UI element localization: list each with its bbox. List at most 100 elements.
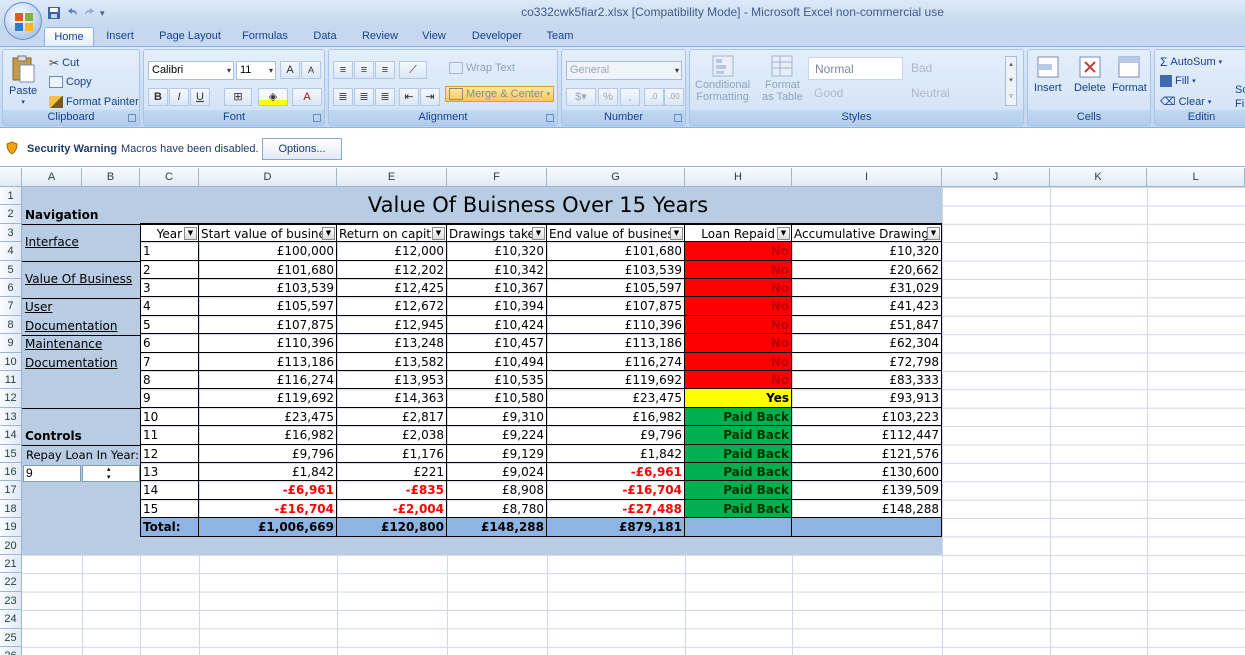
table-cell-loan[interactable]: No xyxy=(685,352,792,371)
table-cell-loan[interactable]: No xyxy=(685,315,792,335)
table-cell-end[interactable]: £23,475 xyxy=(547,389,685,408)
row-header[interactable]: 7 xyxy=(0,297,22,316)
row-header[interactable]: 13 xyxy=(0,407,22,427)
comma-button[interactable]: , xyxy=(620,88,640,106)
filter-dropdown-icon[interactable]: ▼ xyxy=(670,226,683,240)
table-cell-year[interactable]: 6 xyxy=(140,334,199,353)
column-header[interactable]: J xyxy=(942,168,1050,187)
row-header[interactable]: 10 xyxy=(0,352,22,371)
repay-year-spinner[interactable]: ▴ ▾ xyxy=(82,465,140,482)
table-cell-loan[interactable]: Paid Back xyxy=(685,481,792,500)
row-header[interactable]: 3 xyxy=(0,223,22,243)
fill-color-button[interactable]: ◈ xyxy=(258,88,288,106)
row-header[interactable]: 25 xyxy=(0,628,22,647)
filter-dropdown-icon[interactable]: ▼ xyxy=(184,226,197,240)
table-cell-end[interactable]: £113,186 xyxy=(547,334,685,353)
table-cell-end[interactable]: -£6,961 xyxy=(547,463,685,482)
table-cell-acc[interactable]: £93,913 xyxy=(792,389,942,408)
table-cell-year[interactable]: 13 xyxy=(140,463,199,482)
filter-dropdown-icon[interactable]: ▼ xyxy=(927,226,940,240)
table-cell-ret[interactable]: £1,176 xyxy=(337,444,447,463)
align-left-button[interactable]: ≣ xyxy=(333,88,353,106)
table-cell-loan[interactable]: No xyxy=(685,371,792,390)
table-cell-acc[interactable]: £83,333 xyxy=(792,371,942,390)
delete-cells-button[interactable]: Delete xyxy=(1074,54,1106,94)
table-cell-loan[interactable]: No xyxy=(685,242,792,261)
column-header[interactable]: H xyxy=(685,168,792,187)
tab-view[interactable]: View xyxy=(414,27,454,46)
tab-developer[interactable]: Developer xyxy=(464,27,530,46)
row-header[interactable]: 21 xyxy=(0,555,22,574)
table-cell-ret[interactable]: £2,038 xyxy=(337,426,447,445)
table-cell-year[interactable]: 2 xyxy=(140,260,199,279)
table-cell-start[interactable]: £116,274 xyxy=(199,371,337,390)
row-header[interactable]: 9 xyxy=(0,334,22,353)
row-header[interactable]: 24 xyxy=(0,610,22,629)
table-cell-draw[interactable]: £8,908 xyxy=(447,481,547,500)
table-cell-acc[interactable]: £10,320 xyxy=(792,242,942,261)
tab-home[interactable]: Home xyxy=(44,27,94,46)
table-cell-start[interactable]: £107,875 xyxy=(199,315,337,335)
table-cell-start[interactable]: £119,692 xyxy=(199,389,337,408)
table-cell-loan[interactable]: No xyxy=(685,334,792,353)
nav-link-maintenance[interactable]: Maintenance xyxy=(25,337,102,351)
alignment-launcher-icon[interactable] xyxy=(546,114,554,122)
table-cell-acc[interactable]: £51,847 xyxy=(792,315,942,335)
table-cell-ret[interactable]: £12,945 xyxy=(337,315,447,335)
nav-link-user[interactable]: User xyxy=(25,300,52,314)
increase-indent-button[interactable]: ⇥ xyxy=(420,88,440,106)
style-bad[interactable]: Bad xyxy=(905,57,1000,80)
tab-insert[interactable]: Insert xyxy=(98,27,142,46)
column-header[interactable]: G xyxy=(547,168,685,187)
column-header[interactable]: A xyxy=(22,168,82,187)
row-header[interactable]: 4 xyxy=(0,242,22,261)
table-cell-start[interactable]: £100,000 xyxy=(199,242,337,261)
table-cell-end[interactable]: £119,692 xyxy=(547,371,685,390)
row-header[interactable]: 8 xyxy=(0,315,22,335)
table-cell-start[interactable]: £23,475 xyxy=(199,407,337,427)
total-cell[interactable] xyxy=(685,518,792,537)
table-cell-start[interactable]: £101,680 xyxy=(199,260,337,279)
table-cell-year[interactable]: 8 xyxy=(140,371,199,390)
tab-page-layout[interactable]: Page Layout xyxy=(152,27,228,46)
table-cell-draw[interactable]: £10,535 xyxy=(447,371,547,390)
nav-link-value-of-business[interactable]: Value Of Business xyxy=(25,272,132,286)
total-cell[interactable]: £120,800 xyxy=(337,518,447,537)
table-cell-start[interactable]: £103,539 xyxy=(199,279,337,298)
office-button[interactable] xyxy=(4,2,42,40)
table-cell-end[interactable]: £101,680 xyxy=(547,242,685,261)
table-cell-loan[interactable]: Paid Back xyxy=(685,444,792,463)
total-cell[interactable] xyxy=(792,518,942,537)
table-cell-draw[interactable]: £9,129 xyxy=(447,444,547,463)
table-cell-start[interactable]: £16,982 xyxy=(199,426,337,445)
column-header[interactable]: F xyxy=(447,168,547,187)
table-cell-start[interactable]: £9,796 xyxy=(199,444,337,463)
table-cell-end[interactable]: £105,597 xyxy=(547,279,685,298)
select-all-corner[interactable] xyxy=(0,168,22,187)
table-cell-end[interactable]: £103,539 xyxy=(547,260,685,279)
table-cell-start[interactable]: -£16,704 xyxy=(199,499,337,519)
total-cell[interactable]: £1,006,669 xyxy=(199,518,337,537)
nav-link-maintenance-documentation[interactable]: Documentation xyxy=(25,356,118,370)
table-cell-ret[interactable]: £12,000 xyxy=(337,242,447,261)
table-cell-ret[interactable]: £13,953 xyxy=(337,371,447,390)
table-cell-year[interactable]: 15 xyxy=(140,499,199,519)
table-cell-end[interactable]: £1,842 xyxy=(547,444,685,463)
table-cell-start[interactable]: £113,186 xyxy=(199,352,337,371)
table-cell-loan[interactable]: Paid Back xyxy=(685,499,792,519)
styles-scroll-icon[interactable]: ▴ ▾ ▿ xyxy=(1005,56,1017,106)
table-cell-ret[interactable]: £14,363 xyxy=(337,389,447,408)
column-header[interactable]: K xyxy=(1050,168,1147,187)
conditional-formatting-button[interactable]: Conditional Formatting xyxy=(695,53,750,103)
tab-formulas[interactable]: Formulas xyxy=(236,27,294,46)
row-header[interactable]: 6 xyxy=(0,279,22,298)
table-cell-loan[interactable]: Paid Back xyxy=(685,426,792,445)
row-header[interactable]: 11 xyxy=(0,371,22,390)
table-cell-ret[interactable]: -£2,004 xyxy=(337,499,447,519)
table-cell-draw[interactable]: £10,367 xyxy=(447,279,547,298)
row-header[interactable]: 19 xyxy=(0,518,22,537)
table-cell-year[interactable]: 4 xyxy=(140,297,199,316)
table-cell-acc[interactable]: £139,509 xyxy=(792,481,942,500)
table-cell-loan[interactable]: No xyxy=(685,260,792,279)
table-cell-ret[interactable]: -£835 xyxy=(337,481,447,500)
